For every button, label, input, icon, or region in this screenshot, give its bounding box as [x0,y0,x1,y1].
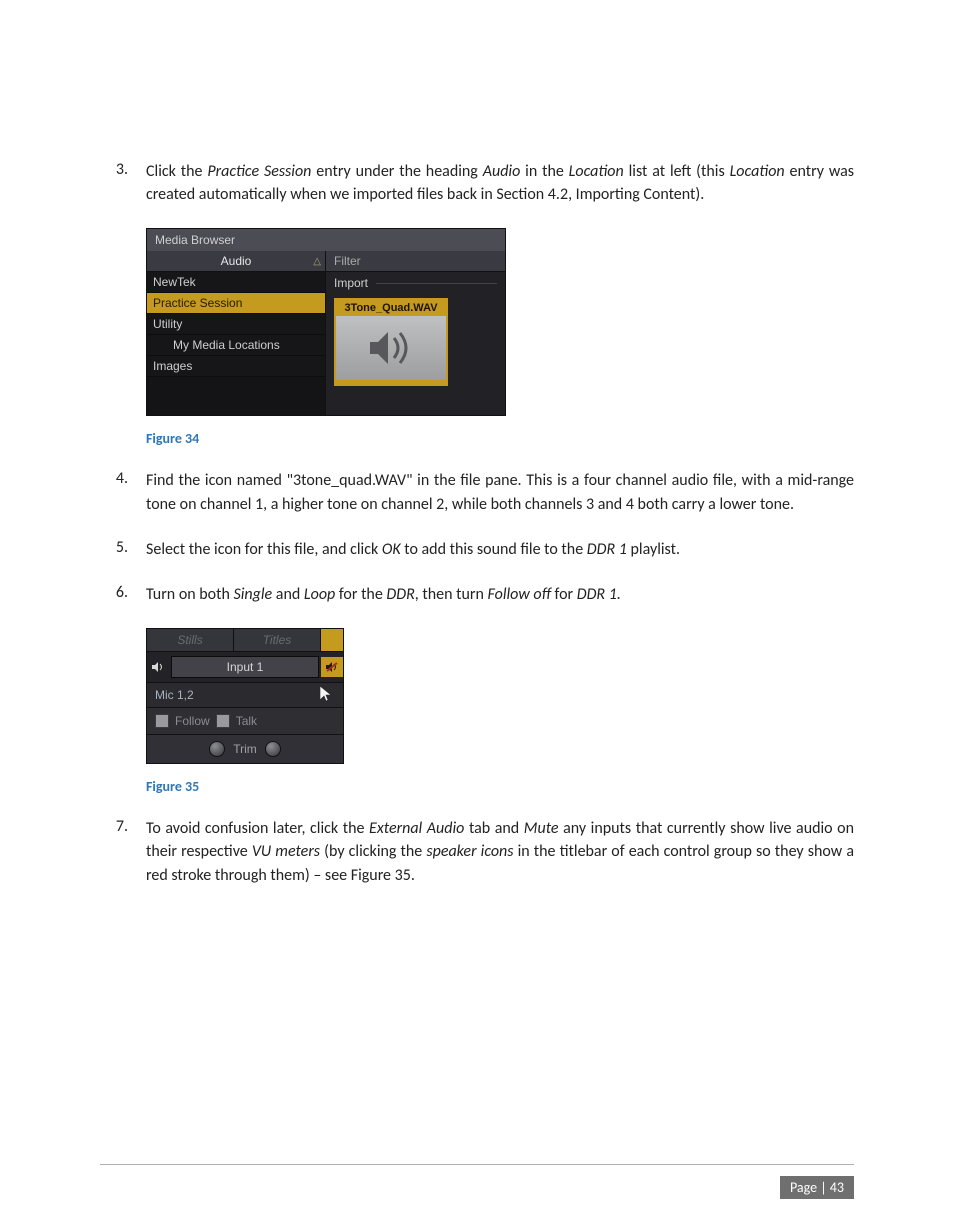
figure-34-caption: Figure 34 [146,430,854,447]
italic-text: Mute [524,819,559,838]
input-1-select[interactable]: Input 1 [171,656,319,678]
text: for [551,585,577,604]
list-item-4: 4. Find the icon named "3tone_quad.WAV" … [100,469,854,515]
header-label: Audio [221,254,252,268]
text: Select the icon for this file, and click [146,540,382,559]
text: entry under the heading [311,162,482,181]
follow-checkbox[interactable] [155,714,169,728]
italic-text: Practice Session [207,162,311,181]
italic-text: Location [569,162,624,181]
italic-text: Single [234,585,273,604]
file-pane: Filter Import 3Tone_Quad.WAV [326,251,505,415]
tab-stills[interactable]: Stills [147,629,234,651]
file-3tone-quad[interactable]: 3Tone_Quad.WAV [334,298,448,386]
location-item-utility[interactable]: Utility [147,314,325,335]
list-item-7: 7. To avoid confusion later, click the E… [100,817,854,887]
text: (by clicking the [320,842,426,861]
text: To avoid confusion later, click the [146,819,369,838]
text: Click the [146,162,207,181]
list-item-6: 6. Turn on both Single and Loop for the … [100,583,854,606]
import-group-label: Import [334,276,368,290]
text: Turn on both [146,585,234,604]
mic-channel-label[interactable]: Mic 1,2 [147,683,343,708]
item-number: 4. [100,469,128,515]
text: in the [520,162,568,181]
italic-text: Follow off [488,585,551,604]
text: tab and [464,819,523,838]
file-name-label: 3Tone_Quad.WAV [336,300,446,316]
page-number-badge: Page | 43 [780,1176,854,1199]
media-browser-window: Media Browser Audio △ NewTek Practice Se… [146,228,506,416]
item-body: Click the Practice Session entry under t… [146,160,854,206]
item-number: 6. [100,583,128,606]
text: playlist. [627,540,680,559]
follow-label: Follow [175,714,210,728]
text: to add this sound file to the [401,540,587,559]
speaker-right-icon[interactable] [321,657,343,677]
item-body: Select the icon for this file, and click… [146,538,854,561]
audio-control-panel: Stills Titles Input 1 Mic 1,2 [146,628,344,764]
talk-label: Talk [236,714,257,728]
audio-file-icon [336,316,446,380]
text: for the [335,585,386,604]
item-number: 3. [100,160,128,206]
italic-text: speaker icons [426,842,513,861]
italic-text: VU meters [252,842,320,861]
italic-text: DDR [386,585,414,604]
trim-label: Trim [233,742,257,756]
cursor-icon [319,685,333,708]
tab-extra[interactable] [321,629,343,651]
list-item-5: 5. Select the icon for this file, and cl… [100,538,854,561]
location-item-practice-session[interactable]: Practice Session [147,293,325,314]
item-number: 5. [100,538,128,561]
item-body: Turn on both Single and Loop for the DDR… [146,583,854,606]
italic-text: OK [382,540,401,559]
divider [376,283,497,284]
text: list at left (this [624,162,730,181]
speaker-left-icon[interactable] [147,657,169,677]
italic-text: External Audio [369,819,464,838]
italic-text: Location [730,162,785,181]
figure-35-caption: Figure 35 [146,778,854,795]
item-body: Find the icon named "3tone_quad.WAV" in … [146,469,854,515]
italic-text: DDR 1. [577,585,621,604]
list-item-3: 3. Click the Practice Session entry unde… [100,160,854,206]
location-item-my-media[interactable]: My Media Locations [147,335,325,356]
window-title: Media Browser [147,229,505,251]
location-item-newtek[interactable]: NewTek [147,272,325,293]
location-list: Audio △ NewTek Practice Session Utility … [147,251,326,415]
trim-knob-right[interactable] [265,741,281,757]
trim-knob-left[interactable] [209,741,225,757]
footer-rule [100,1164,854,1167]
tab-titles[interactable]: Titles [234,629,321,651]
filter-input[interactable]: Filter [326,251,505,272]
audio-category-header[interactable]: Audio △ [147,251,325,272]
item-number: 7. [100,817,128,887]
mic-label: Mic 1,2 [155,688,194,702]
item-body: To avoid confusion later, click the Exte… [146,817,854,887]
location-item-images[interactable]: Images [147,356,325,377]
italic-text: Audio [483,162,521,181]
italic-text: Loop [304,585,335,604]
sort-triangle-icon: △ [313,256,321,267]
text: and [272,585,304,604]
italic-text: DDR 1 [587,540,627,559]
text: , then turn [415,585,488,604]
talk-checkbox[interactable] [216,714,230,728]
